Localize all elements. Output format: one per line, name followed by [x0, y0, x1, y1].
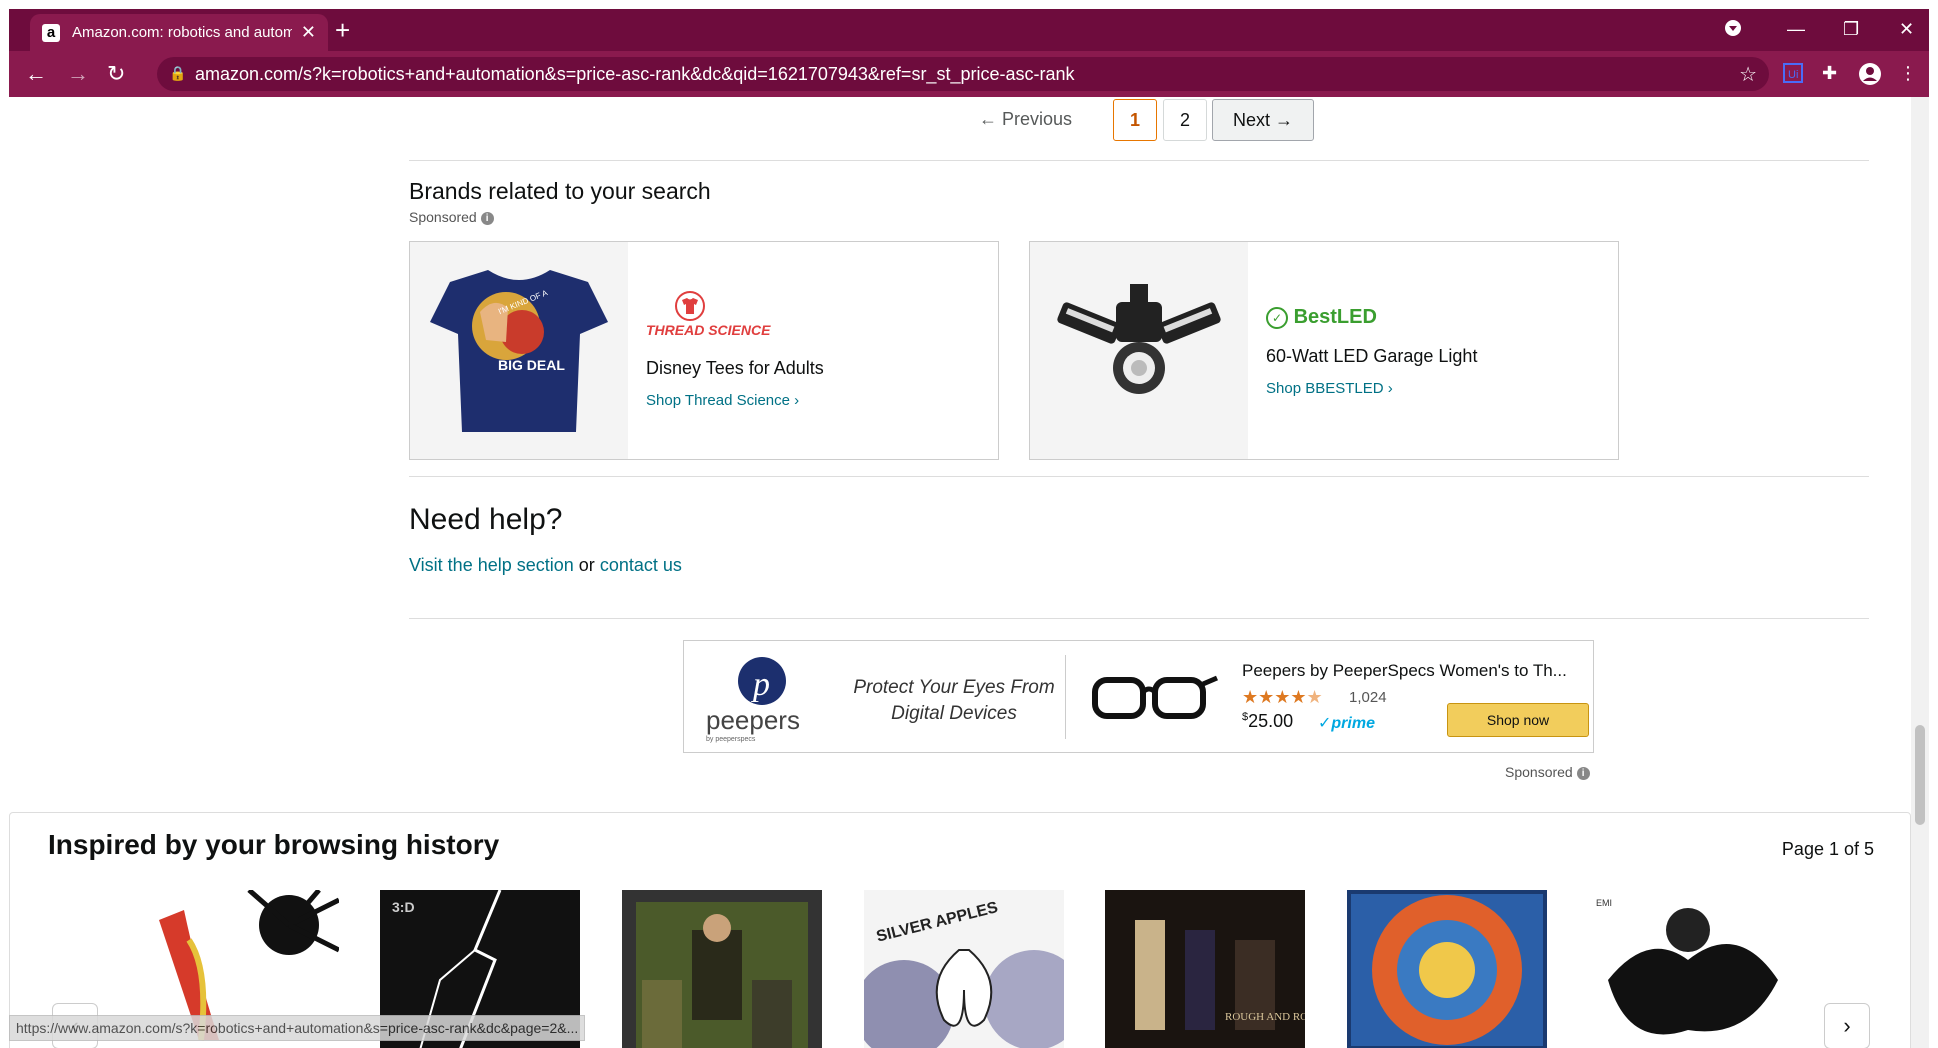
page-scrollbar[interactable]: [1911, 97, 1929, 1048]
tab-title: Amazon.com: robotics and autom: [72, 24, 292, 41]
ad-product-title[interactable]: Peepers by PeeperSpecs Women's to Th...: [1242, 661, 1567, 681]
tab-bar: a Amazon.com: robotics and autom ✕ + — ❐…: [9, 9, 1929, 52]
ad-sponsored-label: Sponsored i: [1505, 764, 1590, 780]
album-cover[interactable]: [622, 890, 822, 1048]
price-value: 25.00: [1248, 711, 1294, 731]
previous-page-link[interactable]: ← Previous: [979, 109, 1072, 130]
glasses-image: [1089, 666, 1219, 731]
ad-tagline-line1: Protect Your Eyes From: [853, 677, 1055, 698]
next-page-button[interactable]: Next →: [1212, 99, 1314, 141]
ad-tagline: Protect Your Eyes From Digital Devices: [834, 675, 1074, 727]
brand-card-thread-science[interactable]: BIG DEAL I'M KIND OF A THREAD SCIENCE Di…: [409, 241, 999, 460]
contact-us-link[interactable]: contact us: [600, 555, 682, 575]
divider: [409, 476, 1869, 477]
svg-text:Ui: Ui: [1788, 69, 1798, 81]
new-tab-icon[interactable]: +: [335, 17, 350, 43]
tab-search-icon[interactable]: [1724, 19, 1742, 42]
url-text: amazon.com/s?k=robotics+and+automation&s…: [195, 64, 1075, 84]
browser-window: a Amazon.com: robotics and autom ✕ + — ❐…: [0, 0, 1938, 1048]
ad-price: $25.00: [1242, 711, 1293, 732]
link-status-bar: https://www.amazon.com/s?k=robotics+and+…: [9, 1015, 586, 1041]
shirt-text-2: BIG DEAL: [498, 357, 565, 373]
sponsored-text: Sponsored: [409, 209, 477, 225]
peepers-logo-sub: by peeperspecs: [706, 736, 756, 743]
shop-brand-link[interactable]: Shop Thread Science ›: [646, 392, 799, 409]
back-icon[interactable]: ←: [25, 61, 47, 87]
brand-headline-2: 60-Watt LED Garage Light: [1266, 346, 1478, 366]
shop-brand-text-2: Shop BBESTLED: [1266, 380, 1384, 397]
help-section-title: Need help?: [409, 503, 563, 536]
album-cover[interactable]: SILVER APPLES: [864, 890, 1064, 1048]
page-1-button[interactable]: 1: [1113, 99, 1157, 141]
album-cover[interactable]: [1347, 890, 1547, 1048]
thread-science-logo: THREAD SCIENCE: [646, 290, 770, 340]
peepers-logo: p peepers by peeperspecs: [706, 655, 818, 743]
address-toolbar: ← → ↻ 🔒 amazon.com/s?k=robotics+and+auto…: [9, 51, 1929, 97]
help-links: Visit the help section or contact us: [409, 555, 682, 576]
tshirt-image: BIG DEAL I'M KIND OF A: [410, 242, 628, 459]
extension-icon[interactable]: Ui: [1783, 63, 1803, 88]
forward-icon[interactable]: →: [67, 61, 89, 87]
active-tab[interactable]: a Amazon.com: robotics and autom ✕: [30, 14, 328, 52]
album-cover[interactable]: EMI: [1588, 890, 1788, 1048]
info-icon[interactable]: i: [480, 211, 494, 225]
divider: [409, 618, 1869, 619]
divider: [409, 160, 1869, 161]
rating-count[interactable]: 1,024: [1349, 689, 1387, 706]
history-title: Inspired by your browsing history: [48, 829, 500, 860]
carousel-next-icon[interactable]: ›: [1824, 1003, 1870, 1048]
lock-icon: 🔒: [169, 65, 187, 81]
album-label-4: EMI: [1596, 898, 1612, 908]
shop-now-button[interactable]: Shop now: [1447, 703, 1589, 737]
profile-avatar-icon[interactable]: [1859, 63, 1881, 90]
extensions-puzzle-icon[interactable]: ✚: [1822, 63, 1837, 84]
minimize-icon[interactable]: —: [1787, 19, 1805, 40]
page-2-button[interactable]: 2: [1163, 99, 1207, 141]
browsing-history-carousel: Inspired by your browsing history Page 1…: [9, 812, 1911, 1048]
ad-separator: [1065, 655, 1066, 739]
restore-icon[interactable]: ❐: [1843, 19, 1859, 40]
album-label-3: ROUGH AND ROWDY: [1225, 1011, 1305, 1023]
thread-science-logo-text: THREAD SCIENCE: [646, 322, 771, 338]
menu-kebab-icon[interactable]: ⋮: [1899, 63, 1917, 84]
brands-section-title: Brands related to your search: [409, 178, 711, 204]
scrollbar-thumb[interactable]: [1915, 725, 1925, 825]
amazon-favicon-icon: a: [42, 24, 60, 42]
bestled-logo-text: BestLED: [1293, 306, 1377, 328]
url-bar[interactable]: 🔒 amazon.com/s?k=robotics+and+automation…: [157, 57, 1769, 91]
prime-text: prime: [1331, 715, 1375, 732]
shop-brand-text: Shop Thread Science: [646, 392, 790, 409]
svg-text:p: p: [751, 666, 770, 703]
bulb-icon: ✓: [1266, 306, 1288, 329]
peepers-logo-text: peepers: [706, 705, 800, 735]
star-rating-icon: ★★★★★: [1242, 687, 1323, 707]
shop-brand-link-2[interactable]: Shop BBESTLED ›: [1266, 380, 1393, 397]
bestled-logo: ✓ BestLED: [1266, 306, 1377, 329]
info-icon[interactable]: i: [1576, 766, 1590, 780]
next-label: Next: [1232, 110, 1270, 130]
help-connector: or: [578, 555, 595, 575]
carousel-page-indicator: Page 1 of 5: [1781, 839, 1874, 859]
bookmark-star-icon[interactable]: ☆: [1739, 62, 1757, 87]
brands-sponsored-label: Sponsored i: [409, 209, 494, 225]
close-tab-icon[interactable]: ✕: [301, 22, 316, 43]
ad-sponsored-text: Sponsored: [1505, 764, 1573, 780]
reload-icon[interactable]: ↻: [107, 61, 125, 87]
sponsored-ad-banner[interactable]: p peepers by peeperspecs Protect Your Ey…: [683, 640, 1594, 753]
close-window-icon[interactable]: ✕: [1899, 19, 1914, 40]
album-label-1: 3:D: [392, 899, 415, 915]
page-content: ← Previous 1 2 Next → Brands related to …: [9, 97, 1911, 1048]
garage-light-image: [1030, 242, 1248, 459]
previous-label: Previous: [1002, 109, 1073, 129]
brand-headline: Disney Tees for Adults: [646, 358, 824, 378]
album-cover[interactable]: ROUGH AND ROWDY: [1105, 890, 1305, 1048]
prime-badge: ✓prime: [1318, 715, 1375, 732]
help-section-link[interactable]: Visit the help section: [409, 555, 574, 575]
brand-card-bestled[interactable]: ✓ BestLED 60-Watt LED Garage Light Shop …: [1029, 241, 1619, 460]
ad-tagline-line2: Digital Devices: [891, 703, 1017, 724]
